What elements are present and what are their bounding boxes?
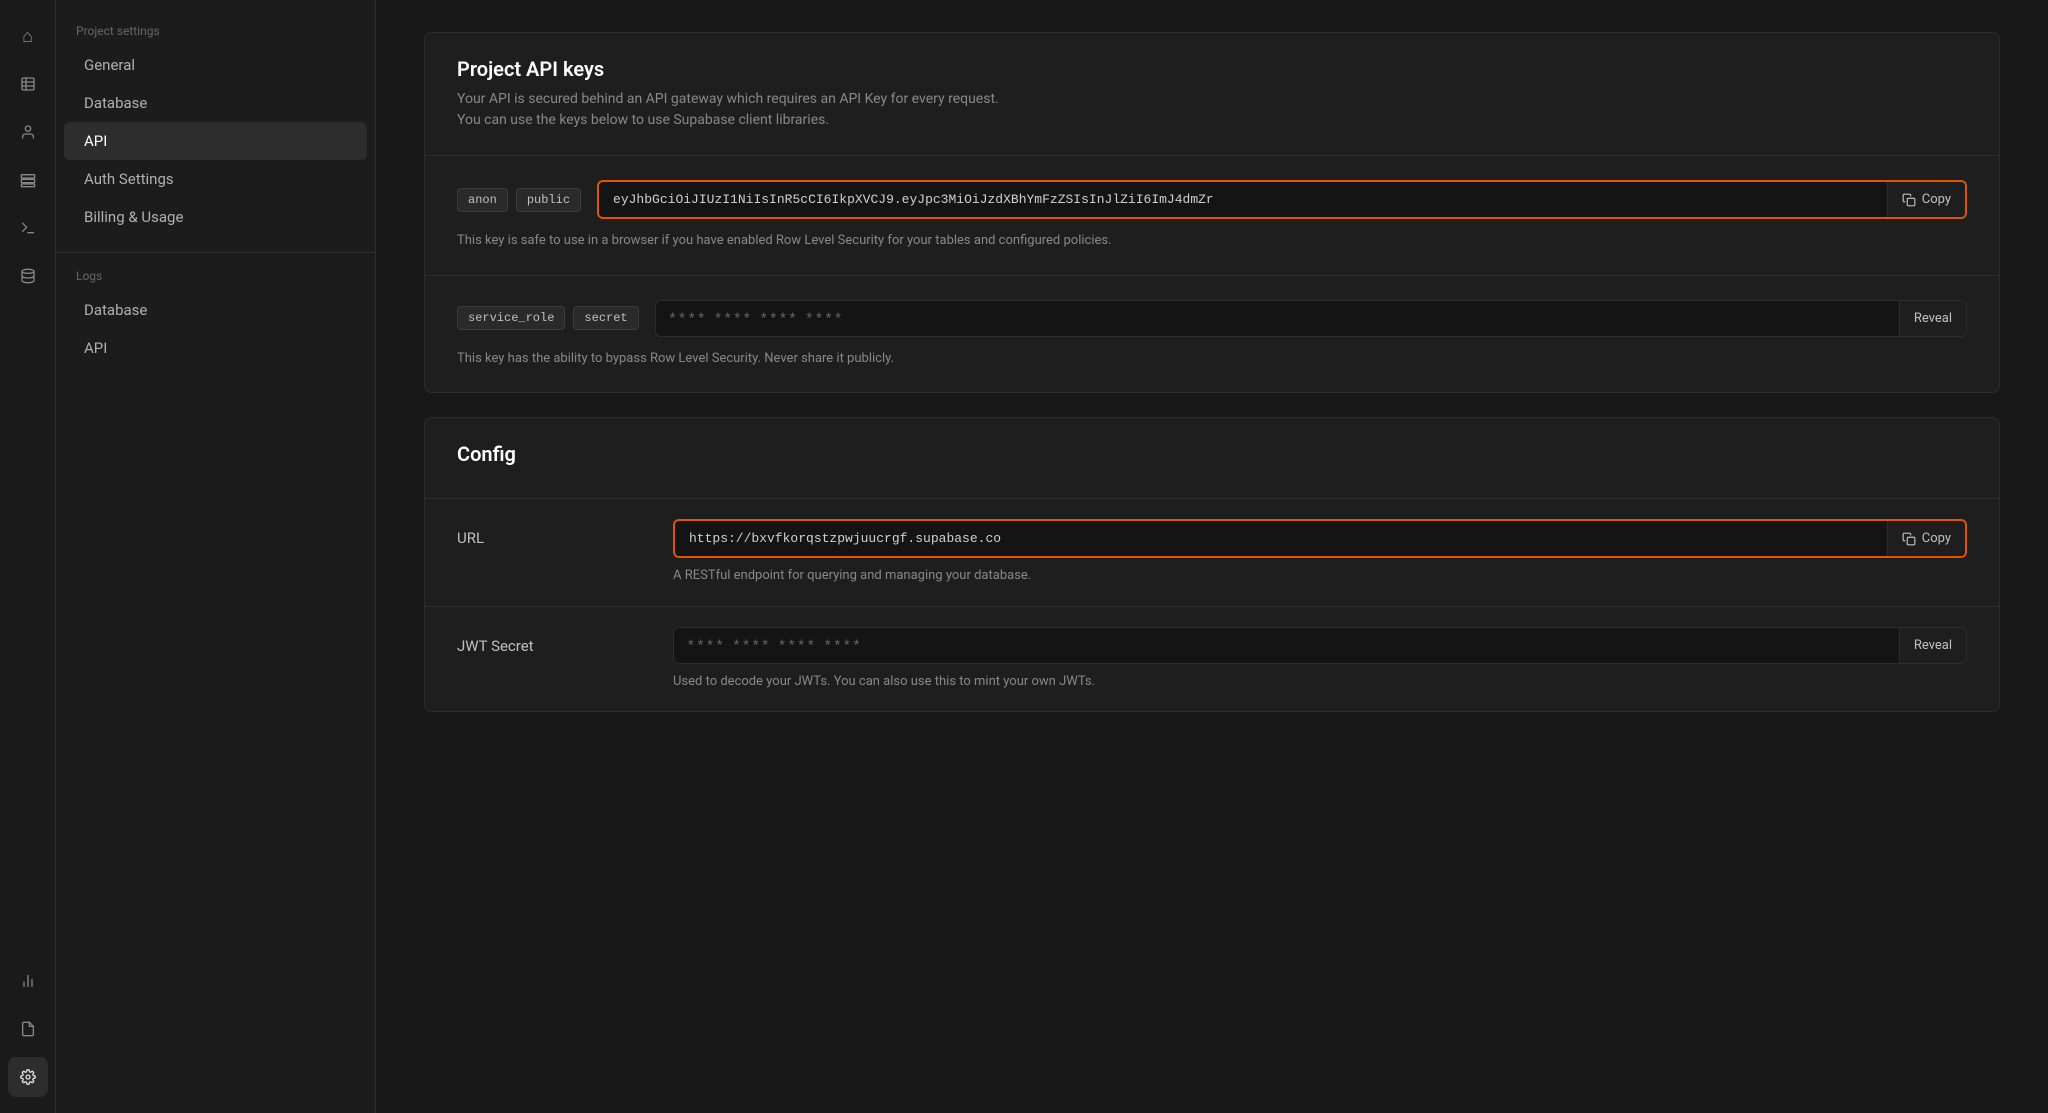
url-copy-icon [1902, 532, 1916, 546]
table-icon[interactable] [8, 64, 48, 104]
sidebar-logs-section-label: Logs [56, 269, 375, 291]
service-role-badges-input: service_role secret **** **** **** **** … [457, 300, 1967, 337]
jwt-secret-label: JWT Secret [457, 627, 657, 692]
url-copy-button[interactable]: Copy [1887, 521, 1965, 556]
config-header: Config [425, 418, 1999, 499]
url-note: A RESTful endpoint for querying and mana… [673, 566, 1967, 586]
sidebar-item-logs-api[interactable]: API [64, 329, 367, 367]
jwt-content: **** **** **** **** Reveal Used to decod… [673, 627, 1967, 692]
icon-rail: ⌂ [0, 0, 56, 1113]
api-keys-description: Your API is secured behind an API gatewa… [457, 89, 1967, 131]
config-section: Config URL https://bxvfkorqstzpwjuucrgf.… [424, 417, 2000, 712]
reports-icon[interactable] [8, 961, 48, 1001]
url-value: https://bxvfkorqstzpwjuucrgf.supabase.co [675, 521, 1887, 556]
service-role-key-note: This key has the ability to bypass Row L… [457, 349, 1967, 369]
functions-icon[interactable] [8, 208, 48, 248]
copy-icon [1902, 193, 1916, 207]
sidebar-item-general[interactable]: General [64, 46, 367, 84]
anon-badge: anon [457, 188, 508, 212]
database-icon[interactable] [8, 256, 48, 296]
url-row: URL https://bxvfkorqstzpwjuucrgf.supabas… [425, 499, 1999, 607]
sidebar-item-billing[interactable]: Billing & Usage [64, 198, 367, 236]
users-icon[interactable] [8, 112, 48, 152]
public-badge: public [516, 188, 581, 212]
secret-badge: secret [573, 306, 638, 330]
main-content: Project API keys Your API is secured beh… [376, 0, 2048, 1113]
docs-icon[interactable] [8, 1009, 48, 1049]
service-role-key-masked: **** **** **** **** [656, 301, 1899, 336]
service-role-badges: service_role secret [457, 306, 639, 330]
jwt-secret-input-group: **** **** **** **** Reveal [673, 627, 1967, 664]
anon-key-input-group: eyJhbGciOiJIUzI1NiIsInR5cCI6IkpXVCJ9.eyJ… [597, 180, 1967, 219]
api-keys-section: Project API keys Your API is secured beh… [424, 32, 2000, 393]
url-input-group: https://bxvfkorqstzpwjuucrgf.supabase.co… [673, 519, 1967, 558]
sidebar-item-auth-settings[interactable]: Auth Settings [64, 160, 367, 198]
sidebar: Project settings General Database API Au… [56, 0, 376, 1113]
settings-icon[interactable] [8, 1057, 48, 1097]
anon-key-copy-button[interactable]: Copy [1887, 182, 1965, 217]
service-role-key-input-group: **** **** **** **** Reveal [655, 300, 1967, 337]
anon-key-row: anon public eyJhbGciOiJIUzI1NiIsInR5cCI6… [425, 156, 1999, 276]
api-keys-header: Project API keys Your API is secured beh… [425, 33, 1999, 156]
config-title: Config [457, 442, 1967, 466]
service-role-badge: service_role [457, 306, 565, 330]
jwt-secret-note: Used to decode your JWTs. You can also u… [673, 672, 1967, 692]
service-role-key-row: service_role secret **** **** **** **** … [425, 276, 1999, 393]
service-role-key-reveal-button[interactable]: Reveal [1899, 301, 1966, 336]
url-content: https://bxvfkorqstzpwjuucrgf.supabase.co… [673, 519, 1967, 586]
jwt-secret-reveal-button[interactable]: Reveal [1899, 628, 1966, 663]
sidebar-item-api[interactable]: API [64, 122, 367, 160]
anon-key-badges-input: anon public eyJhbGciOiJIUzI1NiIsInR5cCI6… [457, 180, 1967, 219]
sidebar-item-database[interactable]: Database [64, 84, 367, 122]
jwt-secret-row: JWT Secret **** **** **** **** Reveal Us… [425, 607, 1999, 712]
sidebar-section-label: Project settings [56, 24, 375, 46]
jwt-secret-masked: **** **** **** **** [674, 628, 1899, 663]
spacer [8, 304, 48, 953]
sidebar-divider [56, 252, 375, 253]
api-keys-title: Project API keys [457, 57, 1967, 81]
anon-badges: anon public [457, 188, 581, 212]
url-label: URL [457, 519, 657, 586]
storage-icon[interactable] [8, 160, 48, 200]
anon-key-value: eyJhbGciOiJIUzI1NiIsInR5cCI6IkpXVCJ9.eyJ… [599, 182, 1887, 217]
home-icon[interactable]: ⌂ [8, 16, 48, 56]
sidebar-item-logs-database[interactable]: Database [64, 291, 367, 329]
anon-key-note: This key is safe to use in a browser if … [457, 231, 1967, 251]
